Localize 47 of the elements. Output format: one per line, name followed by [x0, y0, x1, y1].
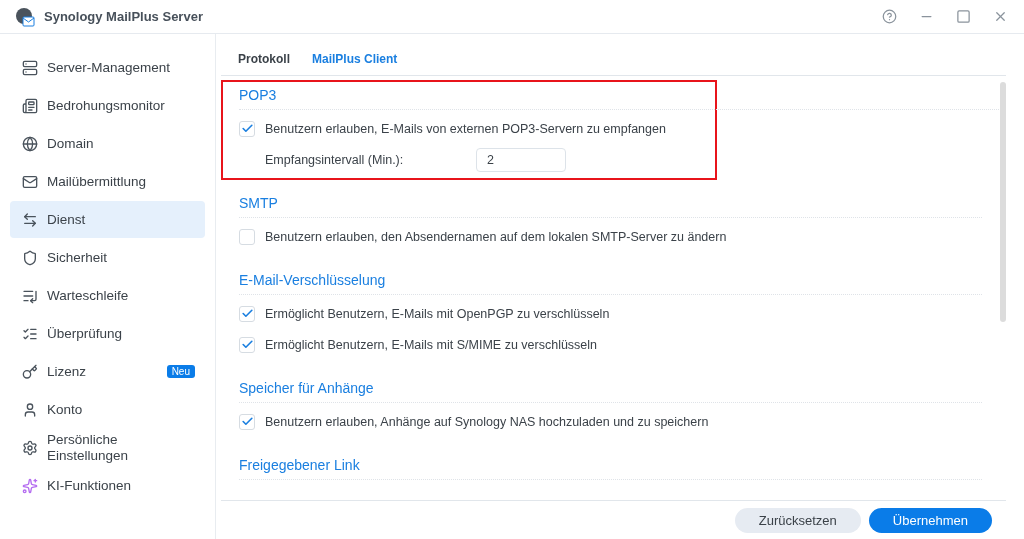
- section-title: Speicher für Anhänge: [239, 380, 982, 403]
- checkbox[interactable]: [239, 120, 255, 137]
- sparkle-icon: [22, 477, 38, 494]
- sidebar-item[interactable]: Konto: [10, 391, 205, 428]
- field-label: Empfangsintervall (Min.):: [264, 152, 405, 167]
- input-field[interactable]: 2: [476, 147, 566, 172]
- mail-icon: [22, 173, 38, 190]
- checkbox-label: Ermöglicht Benutzern, E-Mails mit OpenPGP zu verschlüsseln: [265, 306, 610, 321]
- app-logo-icon: [14, 5, 36, 28]
- sidebar-item[interactable]: KI-Funktionen: [10, 467, 205, 504]
- checkbox-label: Benutzern erlauben, E-Mails von externen POP3-Servern zu empfangen: [265, 121, 666, 136]
- devices-icon: [22, 59, 38, 76]
- newspaper-icon: [22, 97, 38, 114]
- section-title: POP3: [239, 87, 999, 110]
- arrows-icon: [22, 211, 38, 228]
- window-title: Synology MailPlus Server: [44, 9, 204, 24]
- sidebar-item[interactable]: Server-Management: [10, 49, 205, 86]
- checkbox-label: Benutzern erlauben, Anhänge auf Synology NAS hochzuladen und zu speichern: [265, 414, 709, 429]
- settings-icon: [22, 439, 38, 456]
- key-icon: [22, 363, 38, 380]
- tab[interactable]: Protokoll: [238, 46, 290, 66]
- sidebar-item[interactable]: Domain: [10, 125, 205, 162]
- checkbox[interactable]: [239, 413, 255, 430]
- sidebar-item[interactable]: Warteschleife: [10, 277, 205, 314]
- tab[interactable]: MailPlus Client: [312, 46, 398, 66]
- sidebar-item[interactable]: Sicherheit: [10, 239, 205, 276]
- user-icon: [22, 401, 38, 418]
- sidebar-item[interactable]: Mailübermittlung: [10, 163, 205, 200]
- apply-button[interactable]: Übernehmen: [868, 507, 992, 533]
- checkbox[interactable]: [239, 228, 255, 245]
- section-title: SMTP: [239, 195, 982, 218]
- checkbox[interactable]: [239, 305, 255, 322]
- globe-icon: [22, 135, 38, 152]
- section-title: E-Mail-Verschlüsselung: [239, 272, 982, 295]
- checkbox[interactable]: [239, 336, 255, 353]
- sidebar-item[interactable]: Dienst: [10, 201, 205, 238]
- section-title: Freigegebener Link: [239, 457, 982, 480]
- scrollbar[interactable]: [1000, 82, 1006, 322]
- sidebar-item[interactable]: Bedrohungsmonitor: [10, 87, 205, 124]
- shield-icon: [22, 249, 38, 266]
- reset-button[interactable]: Zurücksetzen: [734, 507, 861, 533]
- sidebar-item[interactable]: Überprüfung: [10, 315, 205, 352]
- new-badge: Neu: [166, 365, 195, 378]
- checkbox-label: Ermöglicht Benutzern, E-Mails mit S/MIME zu verschlüsseln: [265, 337, 598, 352]
- sidebar-item[interactable]: Persönliche Einstellungen: [10, 429, 205, 466]
- checkbox-label: Benutzern erlauben, den Absendernamen auf dem lokalen SMTP-Server zu ändern: [265, 229, 727, 244]
- sidebar-item[interactable]: Lizenz Neu: [10, 353, 205, 390]
